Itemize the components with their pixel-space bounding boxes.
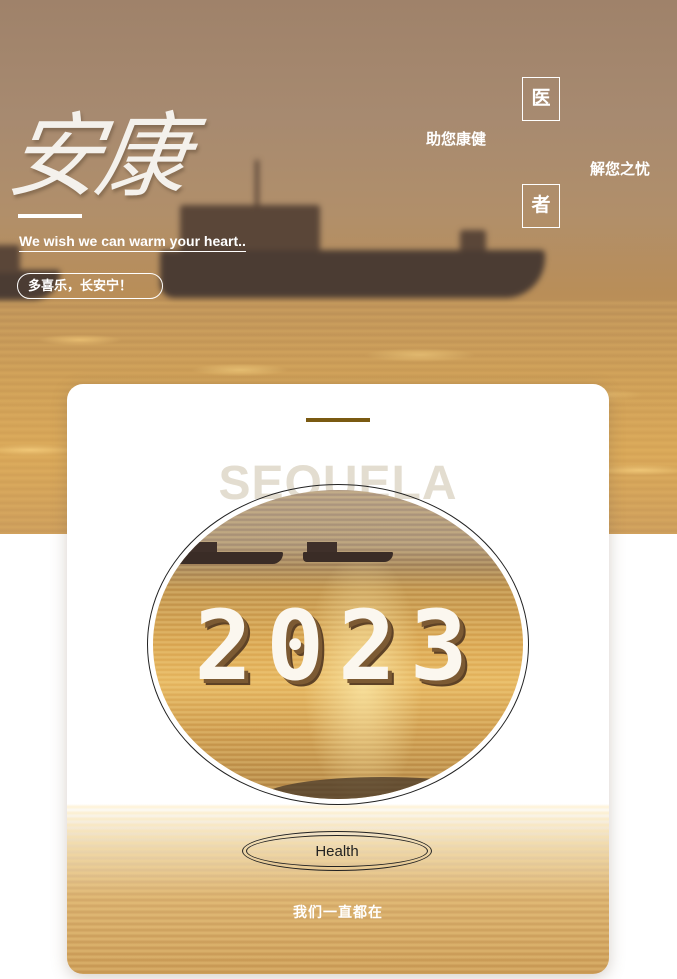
year-text: 2023 xyxy=(194,590,482,702)
mini-boat-right xyxy=(303,538,398,566)
sunset-sea-image: 2023 xyxy=(153,490,523,799)
char-box-bottom: 者 xyxy=(522,184,560,228)
blessing-button[interactable]: 多喜乐，长安宁！ xyxy=(17,273,163,299)
title-underline xyxy=(18,214,82,218)
health-button[interactable]: Health xyxy=(242,831,432,871)
feature-card: SEQUELA 2023 Health 我们一直都在 xyxy=(67,384,609,974)
footer-text: 我们一直都在 xyxy=(293,904,383,920)
char-box-top: 医 xyxy=(522,77,560,121)
health-button-label: Health xyxy=(246,835,428,867)
phrase-left: 助您康健 xyxy=(426,131,487,148)
calligraphy-logo: 安康 xyxy=(1,103,193,210)
accent-bar xyxy=(306,418,370,422)
card-sea-background xyxy=(67,804,609,974)
phrase-right: 解您之忧 xyxy=(590,161,651,178)
tagline: We wish we can warm your heart.. xyxy=(19,233,246,252)
mini-boat-left xyxy=(175,538,285,568)
oval-frame: 2023 xyxy=(147,484,529,805)
boat-main-image xyxy=(160,150,560,310)
